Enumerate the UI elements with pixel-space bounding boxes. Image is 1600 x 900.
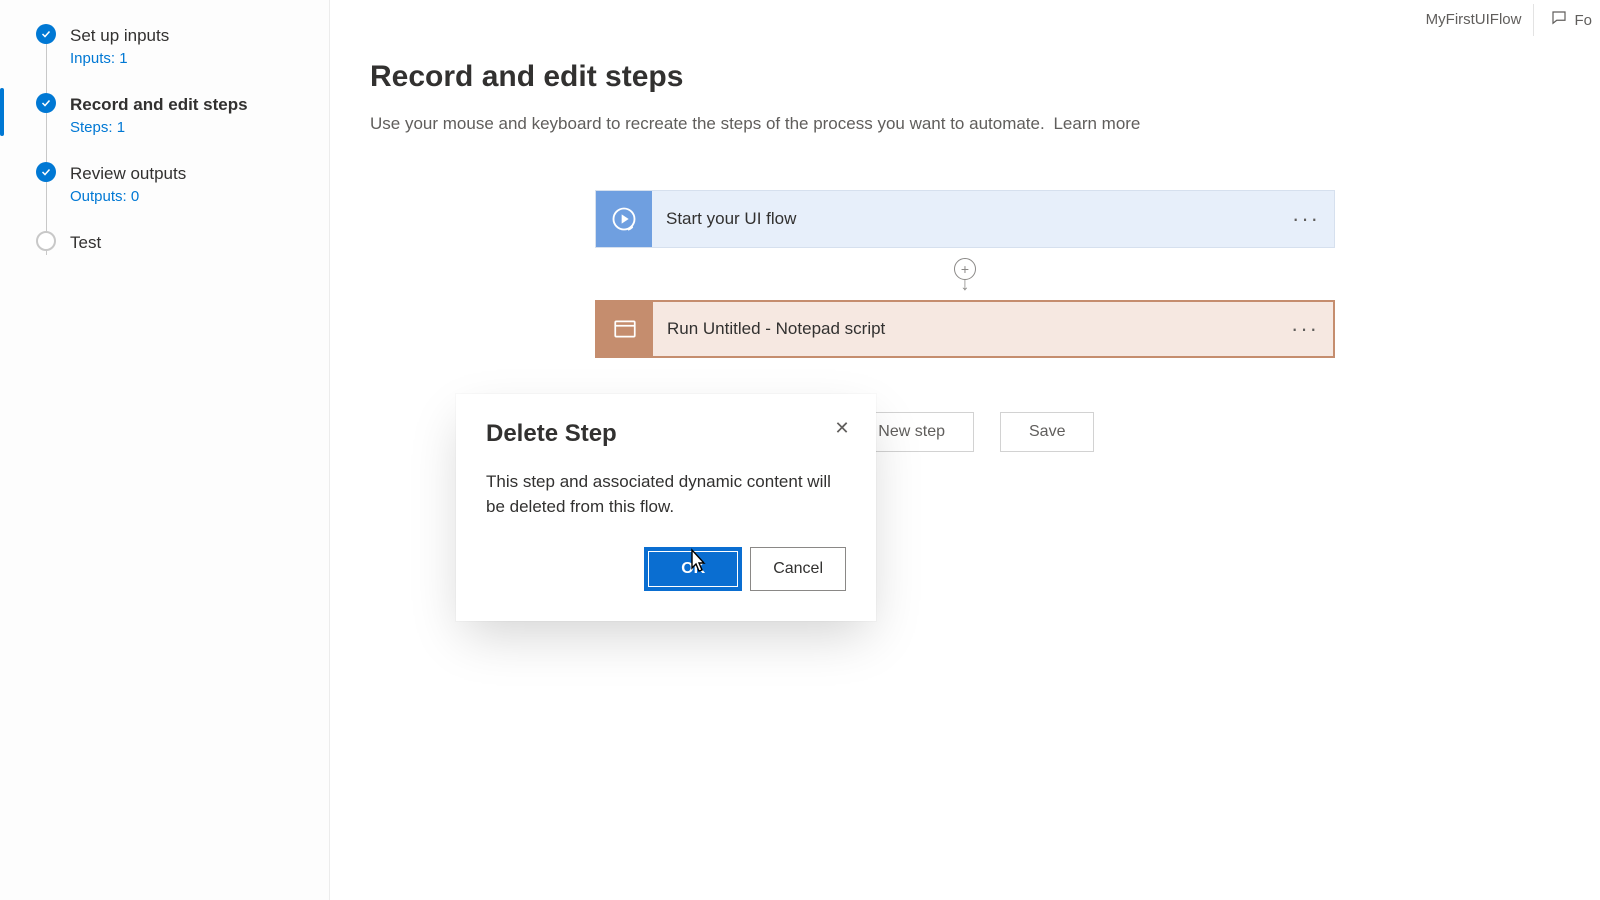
dialog-cancel-button[interactable]: Cancel [750, 547, 846, 591]
dialog-body: This step and associated dynamic content… [486, 470, 846, 519]
close-icon: ✕ [834, 418, 849, 439]
sidebar-item-setup-inputs[interactable]: Set up inputs Inputs: 1 [36, 18, 329, 87]
wizard-sidebar: Set up inputs Inputs: 1 Record and edit … [0, 0, 330, 900]
flow-connector: + ↓ [954, 248, 976, 300]
dialog-close-button[interactable]: ✕ [830, 416, 854, 440]
sidebar-item-label: Review outputs [70, 164, 329, 184]
play-record-icon [596, 191, 652, 247]
sidebar-item-review-outputs[interactable]: Review outputs Outputs: 0 [36, 156, 329, 225]
dialog-title: Delete Step [486, 420, 846, 448]
check-icon [36, 24, 56, 44]
dialog-ok-button[interactable]: OK [644, 547, 742, 591]
check-icon [36, 93, 56, 113]
page-description: Use your mouse and keyboard to recreate … [370, 114, 1560, 134]
sidebar-item-label: Record and edit steps [70, 95, 329, 115]
flow-step-start[interactable]: Start your UI flow ··· [595, 190, 1335, 248]
circle-icon [36, 231, 56, 251]
sidebar-item-sublabel: Outputs: 0 [70, 188, 329, 205]
step-menu-button[interactable]: ··· [1292, 206, 1334, 232]
dialog-actions: OK Cancel [486, 547, 846, 591]
check-icon [36, 162, 56, 182]
arrow-down-icon: ↓ [961, 278, 970, 290]
save-button[interactable]: Save [1000, 412, 1094, 452]
flow-step-label: Start your UI flow [652, 209, 1292, 229]
sidebar-item-sublabel: Steps: 1 [70, 119, 329, 136]
page-description-text: Use your mouse and keyboard to recreate … [370, 114, 1045, 133]
window-icon [597, 302, 653, 356]
sidebar-item-label: Set up inputs [70, 26, 329, 46]
sidebar-item-record-steps[interactable]: Record and edit steps Steps: 1 [36, 87, 329, 156]
sidebar-item-test[interactable]: Test [36, 225, 329, 273]
flow-step-label: Run Untitled - Notepad script [653, 319, 1291, 339]
step-menu-button[interactable]: ··· [1291, 316, 1333, 342]
sidebar-item-sublabel: Inputs: 1 [70, 50, 329, 67]
sidebar-item-label: Test [70, 233, 329, 253]
delete-step-dialog: ✕ Delete Step This step and associated d… [456, 394, 876, 621]
learn-more-link[interactable]: Learn more [1053, 114, 1140, 133]
flow-step-run-script[interactable]: Run Untitled - Notepad script ··· [595, 300, 1335, 358]
page-title: Record and edit steps [370, 60, 1560, 94]
